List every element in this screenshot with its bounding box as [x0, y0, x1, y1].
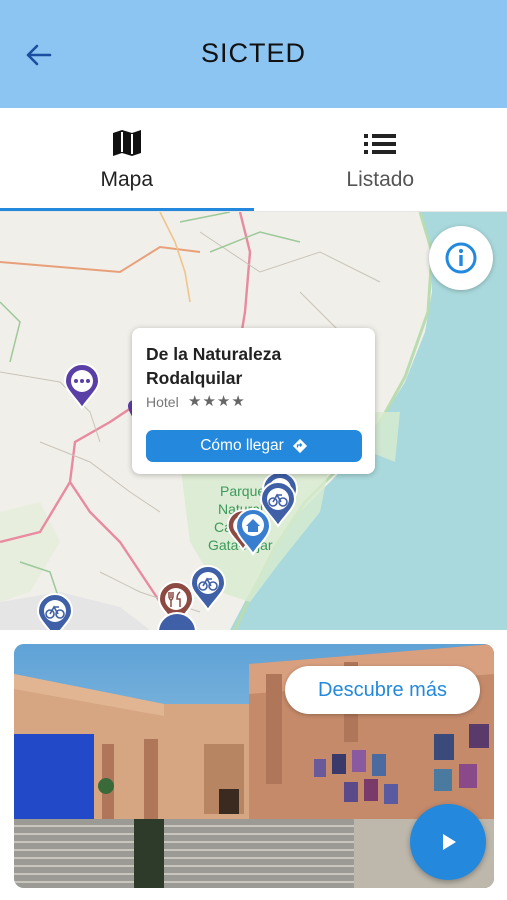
info-icon: [445, 242, 477, 274]
tab-listado[interactable]: Listado: [254, 108, 507, 211]
home-icon: [234, 508, 272, 556]
map-icon: [112, 130, 141, 156]
place-popup[interactable]: De la Naturaleza Rodalquilar Hotel ★★★★ …: [132, 328, 375, 474]
bicycle-icon: [157, 612, 197, 630]
tab-label-mapa: Mapa: [100, 168, 154, 191]
bicycle-icon: [36, 593, 74, 630]
tab-mapa[interactable]: Mapa: [0, 108, 254, 211]
directions-button[interactable]: Cómo llegar: [146, 430, 362, 462]
list-icon: [364, 134, 397, 154]
info-button[interactable]: [429, 226, 493, 290]
discover-more-button[interactable]: Descubre más: [285, 666, 480, 714]
map-pin-more[interactable]: [63, 362, 101, 415]
tab-bar: Mapa Listado: [0, 108, 507, 212]
map-pin-cycling[interactable]: [36, 592, 74, 630]
place-rating-stars: ★★★★: [188, 393, 246, 410]
map-pin-cycling[interactable]: [156, 610, 198, 630]
active-tab-indicator: [0, 208, 254, 211]
directions-label: Cómo llegar: [200, 437, 284, 454]
play-button[interactable]: [410, 804, 486, 880]
tab-label-listado: Listado: [346, 168, 415, 191]
place-category: Hotel: [146, 394, 179, 410]
app-header: SICTED: [0, 0, 507, 108]
page-title: SICTED: [200, 38, 306, 68]
map-pin-home[interactable]: [234, 506, 272, 561]
more-icon: [63, 363, 101, 410]
play-icon: [443, 834, 456, 850]
place-name: De la Naturaleza Rodalquilar: [146, 344, 282, 388]
directions-icon: [292, 438, 307, 454]
